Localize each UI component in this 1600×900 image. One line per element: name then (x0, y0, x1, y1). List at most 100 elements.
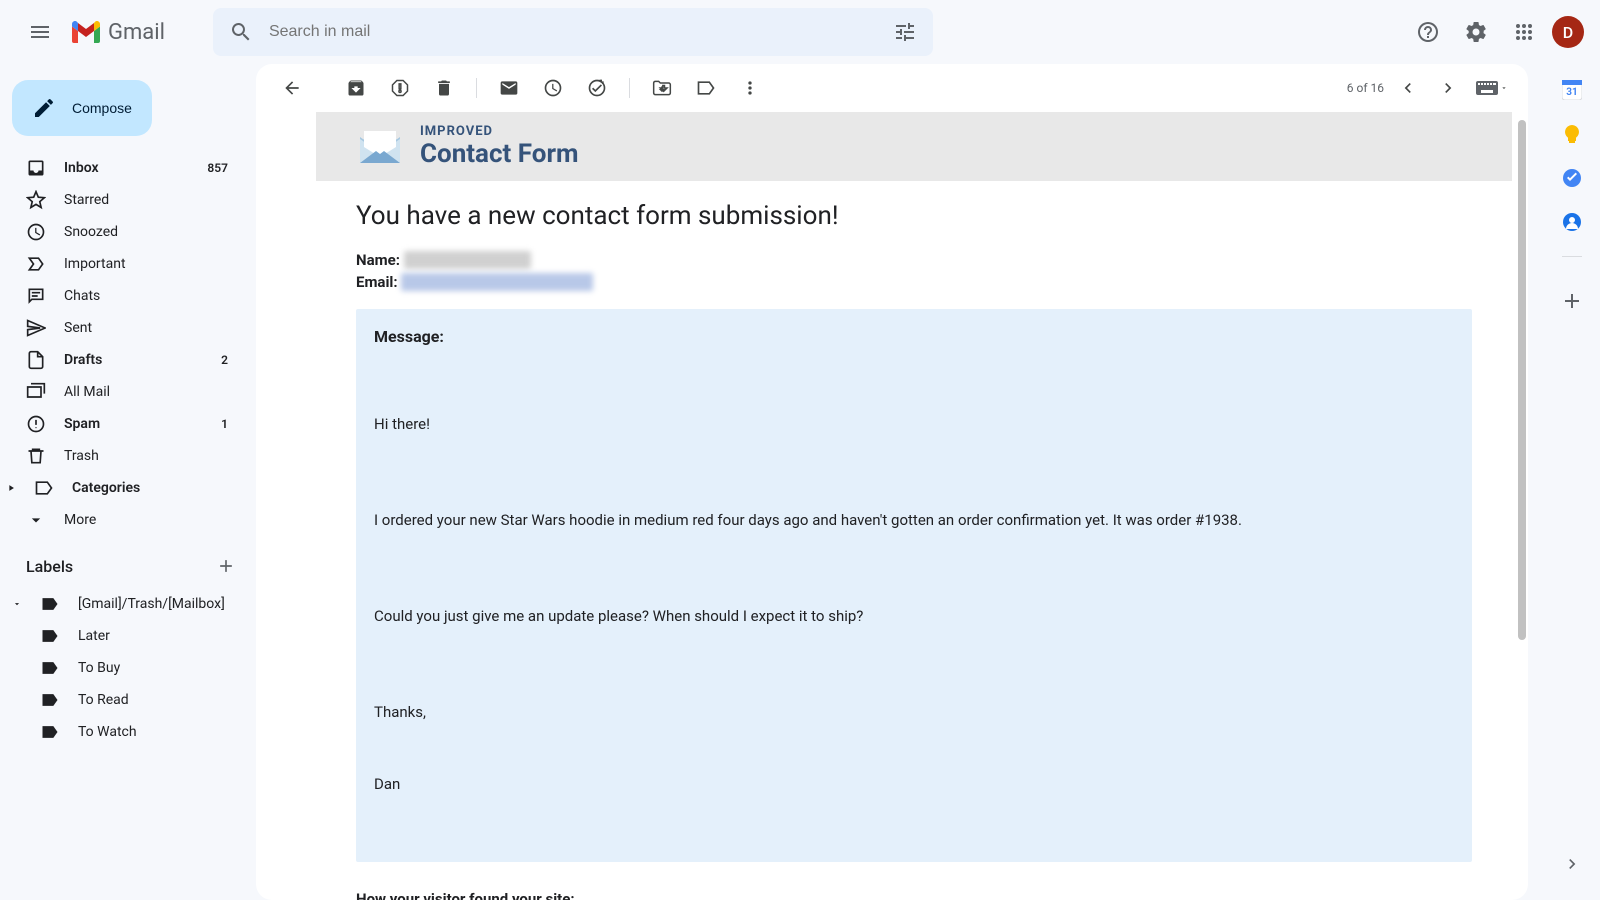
add-addon-button[interactable] (1552, 281, 1592, 321)
apps-button[interactable] (1504, 12, 1544, 52)
email-body: IMPROVED Contact Form You have a new con… (256, 112, 1528, 900)
chevron-left-icon (1398, 78, 1418, 98)
search-options-button[interactable] (885, 12, 925, 52)
snooze-button[interactable] (533, 68, 573, 108)
tasks-app-icon[interactable] (1562, 168, 1582, 188)
dropdown-icon (1500, 84, 1508, 92)
msg-body: I ordered your new Star Wars hoodie in m… (374, 508, 1454, 532)
plus-icon (216, 556, 236, 576)
spam-icon (26, 414, 46, 434)
nav-label: Sent (64, 320, 92, 336)
label-item-gmail-trash[interactable]: [Gmail]/Trash/[Mailbox] (0, 588, 256, 620)
nav-categories[interactable]: Categories (0, 472, 256, 504)
chat-icon (26, 286, 46, 306)
next-button[interactable] (1432, 72, 1464, 104)
nav-count: 857 (207, 161, 228, 175)
label-item-later[interactable]: Later (0, 620, 256, 652)
nav-label: Categories (72, 480, 140, 496)
side-panel: 31 (1544, 64, 1600, 900)
nav-count: 1 (221, 417, 228, 431)
arrow-back-icon (282, 78, 302, 98)
more-button[interactable] (730, 68, 770, 108)
draft-icon (26, 350, 46, 370)
nav-chats[interactable]: Chats (0, 280, 256, 312)
nav-spam[interactable]: Spam 1 (0, 408, 256, 440)
nav-trash[interactable]: Trash (0, 440, 256, 472)
compose-button[interactable]: Compose (12, 80, 152, 136)
hide-panel-button[interactable] (1552, 844, 1592, 884)
nav-label: Drafts (64, 352, 102, 368)
nav-starred[interactable]: Starred (0, 184, 256, 216)
search-button[interactable] (221, 12, 261, 52)
gmail-icon (72, 21, 100, 43)
back-button[interactable] (272, 68, 312, 108)
clock-icon (26, 222, 46, 242)
nav-label: Important (64, 256, 126, 272)
message-label: Message: (374, 327, 1454, 346)
label-icon (40, 594, 60, 614)
nav-snoozed[interactable]: Snoozed (0, 216, 256, 248)
scrollbar[interactable] (1518, 120, 1526, 640)
settings-button[interactable] (1456, 12, 1496, 52)
name-label: Name: (356, 251, 400, 269)
main-menu-button[interactable] (16, 8, 64, 56)
labels-header: Labels (0, 536, 256, 588)
account-avatar[interactable]: D (1552, 16, 1584, 48)
task-icon (587, 78, 607, 98)
keyboard-icon (1476, 81, 1498, 95)
allmail-icon (26, 382, 46, 402)
report-spam-button[interactable] (380, 68, 420, 108)
support-button[interactable] (1408, 12, 1448, 52)
chevron-right-icon (6, 478, 16, 498)
prev-button[interactable] (1392, 72, 1424, 104)
label-icon (34, 478, 54, 498)
contacts-app-icon[interactable] (1562, 212, 1582, 232)
add-label-button[interactable] (212, 552, 240, 580)
nav-drafts[interactable]: Drafts 2 (0, 344, 256, 376)
label-item-toread[interactable]: To Read (0, 684, 256, 716)
move-icon (652, 78, 672, 98)
nav-more[interactable]: More (0, 504, 256, 536)
mail-icon (499, 78, 519, 98)
nav-label: Snoozed (64, 224, 118, 240)
input-tools-button[interactable] (1472, 68, 1512, 108)
mark-unread-button[interactable] (489, 68, 529, 108)
banner-large-text: Contact Form (420, 139, 579, 169)
labels-button[interactable] (686, 68, 726, 108)
tune-icon (893, 20, 917, 44)
nav-allmail[interactable]: All Mail (0, 376, 256, 408)
label-item-towatch[interactable]: To Watch (0, 716, 256, 748)
email-title: You have a new contact form submission! (356, 201, 1472, 231)
message-box: Message: Hi there! I ordered your new St… (356, 309, 1472, 862)
header-actions: D (1408, 12, 1584, 52)
tag-icon (696, 78, 716, 98)
label-icon (40, 722, 60, 742)
label-icon (40, 658, 60, 678)
help-icon (1416, 20, 1440, 44)
search-input[interactable] (261, 23, 885, 41)
label-item-tobuy[interactable]: To Buy (0, 652, 256, 684)
plus-icon (1560, 289, 1584, 313)
gmail-logo[interactable]: Gmail (72, 20, 165, 45)
email-value: ██████████████████ (401, 273, 592, 291)
calendar-app-icon[interactable]: 31 (1562, 80, 1582, 100)
delete-button[interactable] (424, 68, 464, 108)
move-to-button[interactable] (642, 68, 682, 108)
labels-title: Labels (26, 557, 73, 576)
keep-app-icon[interactable] (1562, 124, 1582, 144)
archive-button[interactable] (336, 68, 376, 108)
nav-sent[interactable]: Sent (0, 312, 256, 344)
nav-label: Starred (64, 192, 109, 208)
add-task-button[interactable] (577, 68, 617, 108)
label-icon (40, 626, 60, 646)
email-field: Email: ██████████████████ (356, 273, 1472, 291)
important-icon (26, 254, 46, 274)
nav-inbox[interactable]: Inbox 857 (0, 152, 256, 184)
msg-greeting: Hi there! (374, 412, 1454, 436)
msg-question: Could you just give me an update please?… (374, 604, 1454, 628)
email-label: Email: (356, 273, 398, 291)
trash-icon (26, 446, 46, 466)
nav-important[interactable]: Important (0, 248, 256, 280)
apps-icon (1512, 20, 1536, 44)
label-text: To Read (78, 692, 129, 708)
